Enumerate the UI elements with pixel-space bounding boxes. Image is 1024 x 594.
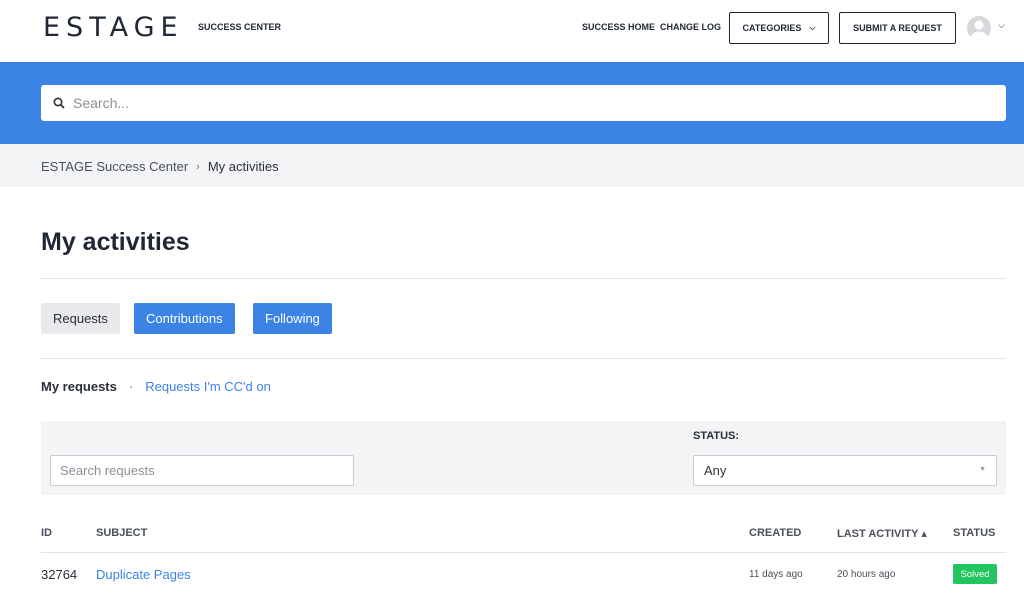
breadcrumb-separator: › — [196, 160, 200, 173]
estage-logo[interactable]: ESTAGE — [43, 14, 184, 41]
breadcrumb-root-link[interactable]: ESTAGE Success Center — [41, 159, 188, 174]
divider — [41, 278, 1006, 279]
request-created: 11 days ago — [749, 569, 803, 580]
page-title: My activities — [41, 228, 190, 256]
nav-success-home[interactable]: SUCCESS HOME — [582, 22, 655, 32]
search-icon — [53, 97, 65, 109]
table-divider — [41, 552, 1006, 553]
request-id: 32764 — [41, 567, 78, 582]
categories-label: CATEGORIES — [742, 23, 802, 33]
search-input[interactable] — [73, 95, 973, 111]
breadcrumb-bar: ESTAGE Success Center › My activities — [0, 144, 1024, 187]
column-header-subject: SUBJECT — [96, 527, 148, 539]
tab-contributions[interactable]: Contributions — [134, 303, 235, 334]
my-requests-tab[interactable]: My requests — [41, 379, 117, 394]
breadcrumb: ESTAGE Success Center › My activities — [41, 159, 279, 174]
divider — [41, 358, 1006, 359]
subnav-separator: · — [128, 379, 134, 394]
search-banner — [0, 62, 1024, 144]
cc-requests-link[interactable]: Requests I'm CC'd on — [145, 379, 271, 394]
column-header-status: STATUS — [953, 527, 996, 539]
user-icon — [970, 20, 988, 40]
column-header-id: ID — [41, 527, 52, 539]
status-select[interactable]: Any ▼ — [693, 455, 997, 486]
status-badge: Solved — [953, 564, 997, 584]
caret-down-icon: ▼ — [979, 466, 986, 473]
tab-requests[interactable]: Requests — [41, 303, 120, 334]
nav-change-log[interactable]: CHANGE LOG — [660, 22, 721, 32]
submit-request-button[interactable]: SUBMIT A REQUEST — [839, 12, 956, 44]
request-subject-link[interactable]: Duplicate Pages — [96, 567, 191, 582]
breadcrumb-current[interactable]: My activities — [208, 159, 279, 174]
chevron-down-icon[interactable]: ⌵ — [998, 20, 1005, 31]
avatar[interactable] — [967, 16, 991, 40]
search-box[interactable] — [41, 85, 1006, 121]
column-header-last-activity[interactable]: LAST ACTIVITY ▴ — [837, 527, 927, 540]
brand-subtitle[interactable]: SUCCESS CENTER — [198, 22, 281, 32]
column-header-created[interactable]: CREATED — [749, 527, 801, 539]
search-requests-input[interactable] — [50, 455, 354, 486]
submit-request-label: SUBMIT A REQUEST — [853, 23, 942, 33]
categories-dropdown-button[interactable]: CATEGORIES ⌵ — [729, 12, 829, 44]
chevron-down-icon: ⌵ — [809, 23, 816, 32]
tab-following[interactable]: Following — [253, 303, 332, 334]
request-last-activity: 20 hours ago — [837, 569, 896, 580]
status-filter-label: STATUS: — [693, 430, 740, 442]
status-select-value: Any — [704, 463, 727, 478]
request-filter-nav: My requests · Requests I'm CC'd on — [41, 379, 271, 394]
top-header: ESTAGE SUCCESS CENTER SUCCESS HOME CHANG… — [0, 0, 1024, 56]
filter-panel: STATUS: Any ▼ — [41, 421, 1006, 495]
